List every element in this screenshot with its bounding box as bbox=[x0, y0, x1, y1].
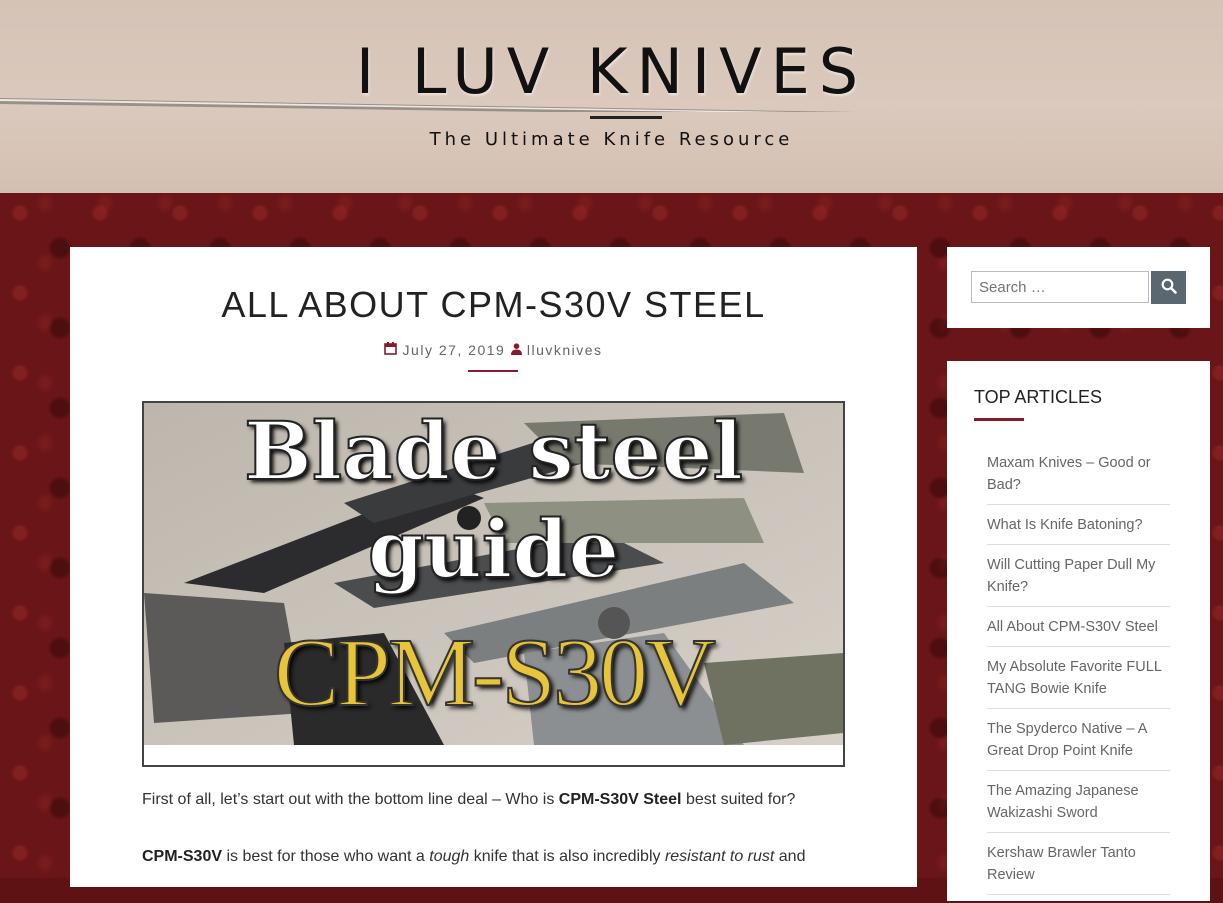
top-article-link[interactable]: What Is Knife Batoning? bbox=[987, 513, 1170, 545]
top-article-link[interactable]: All About CPM-S30V Steel bbox=[987, 615, 1170, 647]
search-icon bbox=[1161, 278, 1177, 297]
featured-image[interactable]: Blade steel guide CPM-S30V bbox=[142, 401, 845, 767]
para2-text-3: and bbox=[774, 848, 806, 865]
top-article-link[interactable]: The Spyderco Native – A Great Drop Point… bbox=[987, 717, 1170, 771]
calendar-icon bbox=[384, 342, 402, 358]
para1-bold: CPM-S30V Steel bbox=[558, 791, 682, 808]
post-meta: July 27, 2019 lluvknives bbox=[70, 342, 917, 358]
para1-text: First of all, let’s start out with the b… bbox=[142, 791, 559, 808]
top-articles-underline bbox=[974, 418, 1024, 421]
para2-bold: CPM-S30V bbox=[142, 848, 223, 865]
title-underline bbox=[590, 116, 662, 119]
top-article-link[interactable]: Kershaw Brawler Tanto Review bbox=[987, 841, 1170, 895]
post-author[interactable]: lluvknives bbox=[527, 342, 603, 358]
top-articles-list: Maxam Knives – Good or Bad? What Is Knif… bbox=[987, 451, 1170, 903]
post-title: ALL ABOUT CPM-S30V STEEL bbox=[221, 284, 766, 325]
top-article-link[interactable]: Will Cutting Paper Dull My Knife? bbox=[987, 553, 1170, 607]
post-date[interactable]: July 27, 2019 bbox=[403, 342, 506, 358]
para2-em1: tough bbox=[429, 848, 470, 865]
para2-text: is best for those who want a bbox=[222, 848, 430, 865]
para2-em2: resistant to rust bbox=[664, 848, 775, 865]
top-article-link[interactable]: Maxam Knives – Good or Bad? bbox=[987, 451, 1170, 505]
top-articles-title: TOP ARTICLES bbox=[974, 387, 1103, 407]
search-button[interactable] bbox=[1151, 271, 1186, 304]
user-icon bbox=[510, 343, 527, 358]
article-card: ALL ABOUT CPM-S30V STEEL July 27, 2019 l… bbox=[70, 247, 917, 887]
top-article-link[interactable]: The Amazing Japanese Wakizashi Sword bbox=[987, 779, 1170, 833]
search-input[interactable] bbox=[971, 271, 1149, 303]
image-line2: guide bbox=[367, 502, 620, 596]
site-tagline: The Ultimate Knife Resource bbox=[429, 129, 794, 150]
image-line3: CPM-S30V bbox=[273, 618, 717, 728]
top-article-link[interactable]: My Absolute Favorite FULL TANG Bowie Kni… bbox=[987, 655, 1170, 709]
top-articles-widget: TOP ARTICLES Maxam Knives – Good or Bad?… bbox=[947, 361, 1210, 901]
search-widget bbox=[947, 247, 1210, 328]
meta-divider bbox=[468, 370, 518, 372]
image-line1: Blade steel bbox=[243, 404, 744, 498]
para1-text-end: best suited for? bbox=[681, 791, 796, 808]
post-paragraph-2: CPM-S30V is best for those who want a to… bbox=[142, 845, 862, 869]
post-paragraph-1: First of all, let’s start out with the b… bbox=[142, 788, 862, 812]
site-header: I LUV KNIVES The Ultimate Knife Resource bbox=[0, 0, 1223, 193]
site-title[interactable]: I LUV KNIVES bbox=[0, 36, 1223, 108]
para2-text-2: knife that is also incredibly bbox=[469, 848, 665, 865]
